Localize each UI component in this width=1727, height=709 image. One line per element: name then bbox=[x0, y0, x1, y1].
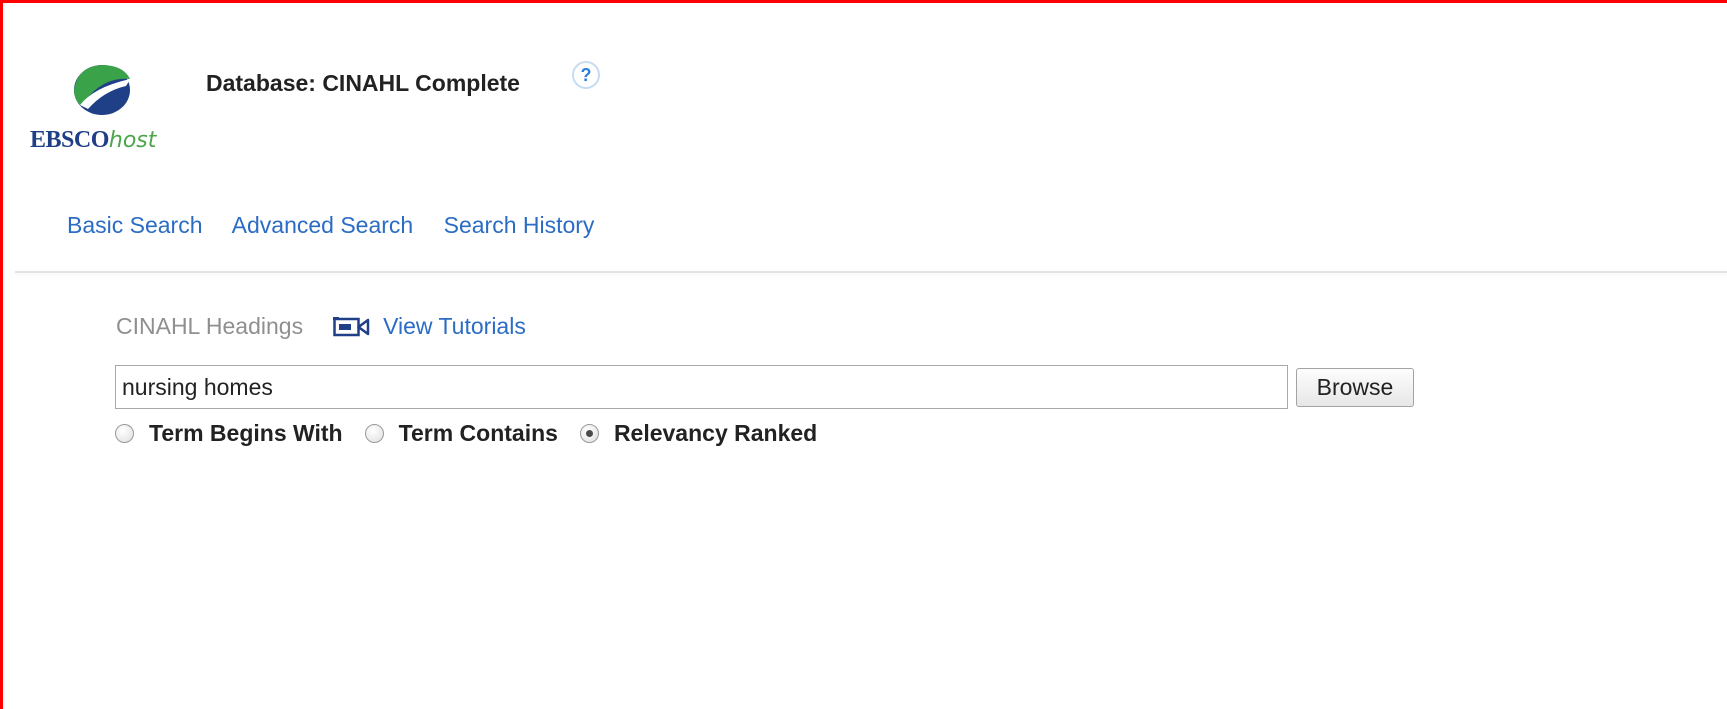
relevancy-ranked-radio[interactable] bbox=[579, 424, 599, 443]
screenshot-frame: EBSCOhost Database: CINAHL Complete ? Ba… bbox=[0, 0, 1727, 709]
relevancy-ranked-label: Relevancy Ranked bbox=[613, 420, 818, 446]
browse-button[interactable]: Browse bbox=[1296, 368, 1414, 407]
help-icon[interactable]: ? bbox=[572, 61, 600, 89]
ebsco-globe-icon bbox=[74, 65, 130, 115]
option-term-contains[interactable]: Term Contains bbox=[364, 420, 558, 447]
ebscohost-wordmark: EBSCOhost bbox=[30, 127, 156, 154]
view-tutorials-link[interactable]: View Tutorials bbox=[383, 313, 526, 340]
ebsco-text: EBSCO bbox=[30, 127, 109, 153]
search-nav: Basic Search Advanced Search Search Hist… bbox=[67, 212, 618, 239]
browse-term-input[interactable] bbox=[115, 365, 1288, 409]
term-contains-radio[interactable] bbox=[364, 424, 384, 443]
database-title: Database: CINAHL Complete bbox=[206, 70, 520, 96]
cinahl-headings-label: CINAHL Headings bbox=[116, 313, 304, 339]
host-text: host bbox=[108, 128, 157, 153]
term-contains-label: Term Contains bbox=[398, 420, 558, 446]
advanced-search-link[interactable]: Advanced Search bbox=[232, 212, 414, 238]
ebsco-browse-page: EBSCOhost Database: CINAHL Complete ? Ba… bbox=[15, 12, 1727, 709]
basic-search-link[interactable]: Basic Search bbox=[67, 212, 203, 238]
term-begins-with-label: Term Begins With bbox=[149, 420, 343, 446]
ebscohost-logo[interactable]: EBSCOhost bbox=[30, 61, 180, 153]
option-term-begins-with[interactable]: Term Begins With bbox=[115, 420, 343, 447]
video-camera-icon[interactable] bbox=[333, 316, 371, 338]
term-begins-with-radio[interactable] bbox=[115, 424, 134, 443]
search-history-link[interactable]: Search History bbox=[444, 212, 595, 238]
option-relevancy-ranked[interactable]: Relevancy Ranked bbox=[579, 420, 818, 447]
headings-row: CINAHL Headings View Tutorials bbox=[116, 313, 526, 340]
header-divider bbox=[15, 271, 1727, 273]
browse-options: Term Begins With Term Contains Relevancy… bbox=[115, 420, 839, 447]
